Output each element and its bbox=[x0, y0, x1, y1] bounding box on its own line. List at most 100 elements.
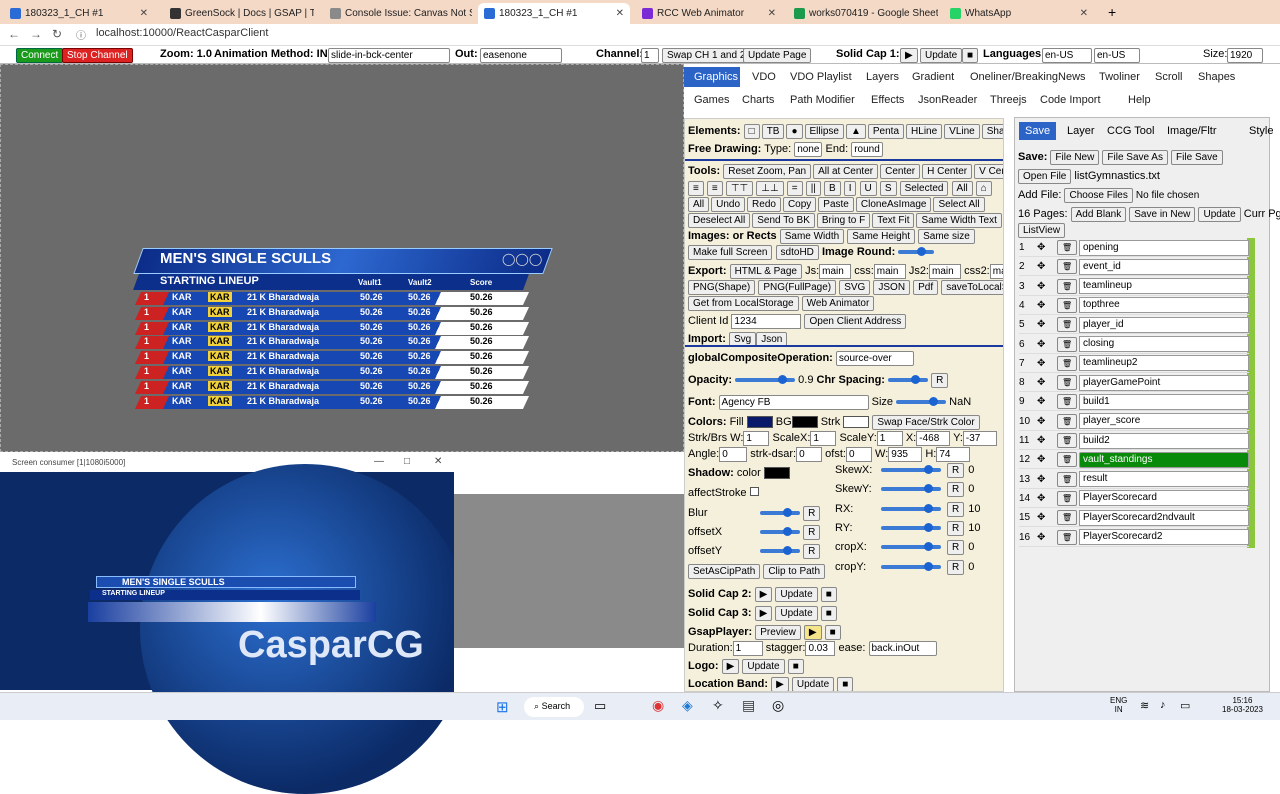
page-list-item[interactable]: 4 ✥ 🗑 topthree bbox=[1019, 297, 1249, 315]
fill-color-swatch[interactable] bbox=[746, 416, 773, 429]
file-save-as-button[interactable]: File Save As bbox=[1102, 150, 1168, 165]
tool-icon[interactable]: ✧ bbox=[712, 697, 724, 714]
battery-icon[interactable]: ▭ bbox=[1180, 699, 1190, 712]
shadow-color-swatch[interactable] bbox=[763, 467, 790, 480]
ofst-input[interactable]: 0 bbox=[845, 447, 872, 462]
tool-button[interactable]: Send To BK bbox=[752, 213, 815, 228]
page-list-item[interactable]: 11 ✥ 🗑 build2 bbox=[1019, 432, 1249, 450]
align-bottom-icon[interactable]: ⊥⊥ bbox=[756, 181, 784, 196]
logo-update-button[interactable]: Update bbox=[742, 659, 785, 674]
png-full-button[interactable]: PNG(FullPage) bbox=[758, 280, 837, 295]
bg-color-swatch[interactable] bbox=[791, 416, 818, 429]
page-list-item[interactable]: 13 ✥ 🗑 result bbox=[1019, 471, 1249, 489]
clip-to-path-button[interactable]: Clip to Path bbox=[763, 564, 826, 579]
maximize-icon[interactable]: □ bbox=[404, 456, 410, 467]
offsety-slider[interactable] bbox=[760, 546, 800, 556]
page-name[interactable]: playerGamePoint bbox=[1079, 374, 1249, 391]
chrome-icon[interactable]: ◉ bbox=[652, 697, 664, 714]
web-animator-button[interactable]: Web Animator bbox=[801, 296, 875, 311]
solid-cap-2-play-icon[interactable]: ▶ bbox=[754, 587, 773, 602]
page-name[interactable]: player_id bbox=[1079, 316, 1249, 333]
pdf-button[interactable]: Pdf bbox=[913, 280, 939, 295]
swap-face-button[interactable]: Swap Face/Strk Color bbox=[872, 415, 980, 430]
trash-icon[interactable]: 🗑 bbox=[1057, 510, 1078, 526]
lock-icon[interactable]: ⌂ bbox=[975, 181, 992, 196]
page-list-item[interactable]: 5 ✥ 🗑 player_id bbox=[1019, 316, 1249, 335]
page-name[interactable]: result bbox=[1079, 471, 1249, 488]
drag-handle-icon[interactable]: ✥ bbox=[1037, 358, 1045, 369]
align-left-icon[interactable]: ≡ bbox=[688, 181, 704, 196]
h-input[interactable]: 74 bbox=[936, 447, 971, 462]
css2-input[interactable]: main bbox=[989, 264, 1003, 279]
page-name[interactable]: PlayerScorecard2ndvault bbox=[1079, 509, 1249, 526]
drag-handle-icon[interactable]: ✥ bbox=[1037, 319, 1045, 330]
minimize-icon[interactable]: — bbox=[374, 456, 384, 467]
drag-handle-icon[interactable]: ✥ bbox=[1037, 242, 1045, 253]
duration-input[interactable]: 1 bbox=[732, 641, 763, 656]
menu-item-layers[interactable]: Layers bbox=[866, 71, 899, 83]
solid-cap-2-update-button[interactable]: Update bbox=[775, 587, 818, 602]
drag-handle-icon[interactable]: ✥ bbox=[1037, 532, 1045, 543]
same-size-button[interactable]: Same size bbox=[918, 229, 975, 244]
panel-tab-style[interactable]: Style bbox=[1243, 122, 1279, 140]
page-list-item[interactable]: 16 ✥ 🗑 PlayerScorecard2 bbox=[1019, 529, 1249, 547]
scalex-input[interactable]: 1 bbox=[810, 431, 837, 446]
trash-icon[interactable]: 🗑 bbox=[1057, 259, 1078, 275]
tool-button[interactable]: Undo bbox=[711, 197, 746, 212]
js2-input[interactable]: main bbox=[929, 264, 961, 279]
tool-button[interactable]: Reset Zoom, Pan bbox=[723, 164, 812, 179]
play-icon[interactable]: ▶ bbox=[900, 48, 918, 63]
gsap-stop-icon[interactable]: ■ bbox=[824, 625, 841, 640]
taskbar-search[interactable]: ⌕ Search bbox=[524, 697, 584, 717]
tool-button[interactable]: Paste bbox=[818, 197, 854, 212]
page-list-item[interactable]: 2 ✥ 🗑 event_id bbox=[1019, 258, 1249, 277]
channel-select[interactable]: 1 bbox=[641, 48, 659, 63]
menu-item-effects[interactable]: Effects bbox=[871, 94, 904, 106]
trash-icon[interactable]: 🗑 bbox=[1057, 375, 1078, 391]
solid-cap-3-update-button[interactable]: Update bbox=[775, 606, 818, 621]
gsap-play-icon[interactable]: ▶ bbox=[803, 625, 822, 640]
open-client-button[interactable]: Open Client Address bbox=[804, 314, 907, 329]
menu-item-games[interactable]: Games bbox=[694, 94, 729, 106]
panel-tab-layer[interactable]: Layer bbox=[1061, 122, 1101, 140]
menu-item-oneliner-breakingnews[interactable]: Oneliner/BreakingNews bbox=[970, 71, 1086, 83]
page-list-item[interactable]: 10 ✥ 🗑 player_score bbox=[1019, 413, 1249, 431]
element-button[interactable]: Shapes bbox=[981, 124, 1003, 139]
page-name[interactable]: teamlineup bbox=[1079, 278, 1249, 295]
rx-slider[interactable] bbox=[881, 503, 941, 513]
trash-icon[interactable]: 🗑 bbox=[1057, 490, 1078, 506]
page-name[interactable]: player_score bbox=[1079, 413, 1249, 430]
menu-item-path-modifier[interactable]: Path Modifier bbox=[790, 94, 855, 106]
menu-item-graphics[interactable]: Graphics bbox=[694, 71, 738, 83]
drag-handle-icon[interactable]: ✥ bbox=[1037, 474, 1045, 485]
element-button[interactable]: ● bbox=[786, 124, 803, 139]
element-button[interactable]: Ellipse bbox=[804, 124, 844, 139]
lineup-graphic[interactable]: MEN'S SINGLE SCULLS ◯◯◯ STARTING LINEUP … bbox=[130, 246, 553, 416]
page-list-item[interactable]: 9 ✥ 🗑 build1 bbox=[1019, 393, 1249, 412]
json-button[interactable]: JSON bbox=[873, 280, 911, 295]
page-name[interactable]: opening bbox=[1079, 239, 1249, 256]
tab-close-icon[interactable]: ✕ bbox=[1080, 8, 1088, 19]
pipe-icon[interactable]: || bbox=[805, 181, 821, 196]
panel-tab-ccg-tool[interactable]: CCG Tool bbox=[1101, 122, 1160, 140]
ease-select[interactable]: back.inOut bbox=[868, 641, 937, 656]
wifi-icon[interactable]: ≋ bbox=[1140, 699, 1149, 712]
drag-handle-icon[interactable]: ✥ bbox=[1037, 512, 1045, 523]
solid-cap-update-button[interactable]: Update bbox=[920, 48, 963, 63]
cropx-slider[interactable] bbox=[881, 542, 941, 552]
tab-close-icon[interactable]: ✕ bbox=[616, 8, 624, 19]
choose-files-button[interactable]: Choose Files bbox=[1064, 188, 1133, 203]
file-explorer-icon[interactable]: ▭ bbox=[594, 698, 606, 714]
element-button[interactable]: TB bbox=[761, 124, 785, 139]
chr-spacing-slider[interactable] bbox=[888, 375, 929, 385]
drag-handle-icon[interactable]: ✥ bbox=[1037, 261, 1045, 272]
stagger-input[interactable]: 0.03 bbox=[805, 641, 836, 656]
page-list-item[interactable]: 8 ✥ 🗑 playerGamePoint bbox=[1019, 374, 1249, 393]
input-language[interactable]: ENG IN bbox=[1110, 696, 1127, 714]
page-name[interactable]: PlayerScorecard2 bbox=[1079, 529, 1249, 545]
y-input[interactable]: -37 bbox=[962, 431, 997, 446]
save-in-new-button[interactable]: Save in New bbox=[1129, 207, 1196, 222]
notes-icon[interactable]: ▤ bbox=[742, 697, 755, 714]
forward-icon[interactable]: → bbox=[30, 27, 42, 41]
strk-width-input[interactable]: 1 bbox=[743, 431, 770, 446]
